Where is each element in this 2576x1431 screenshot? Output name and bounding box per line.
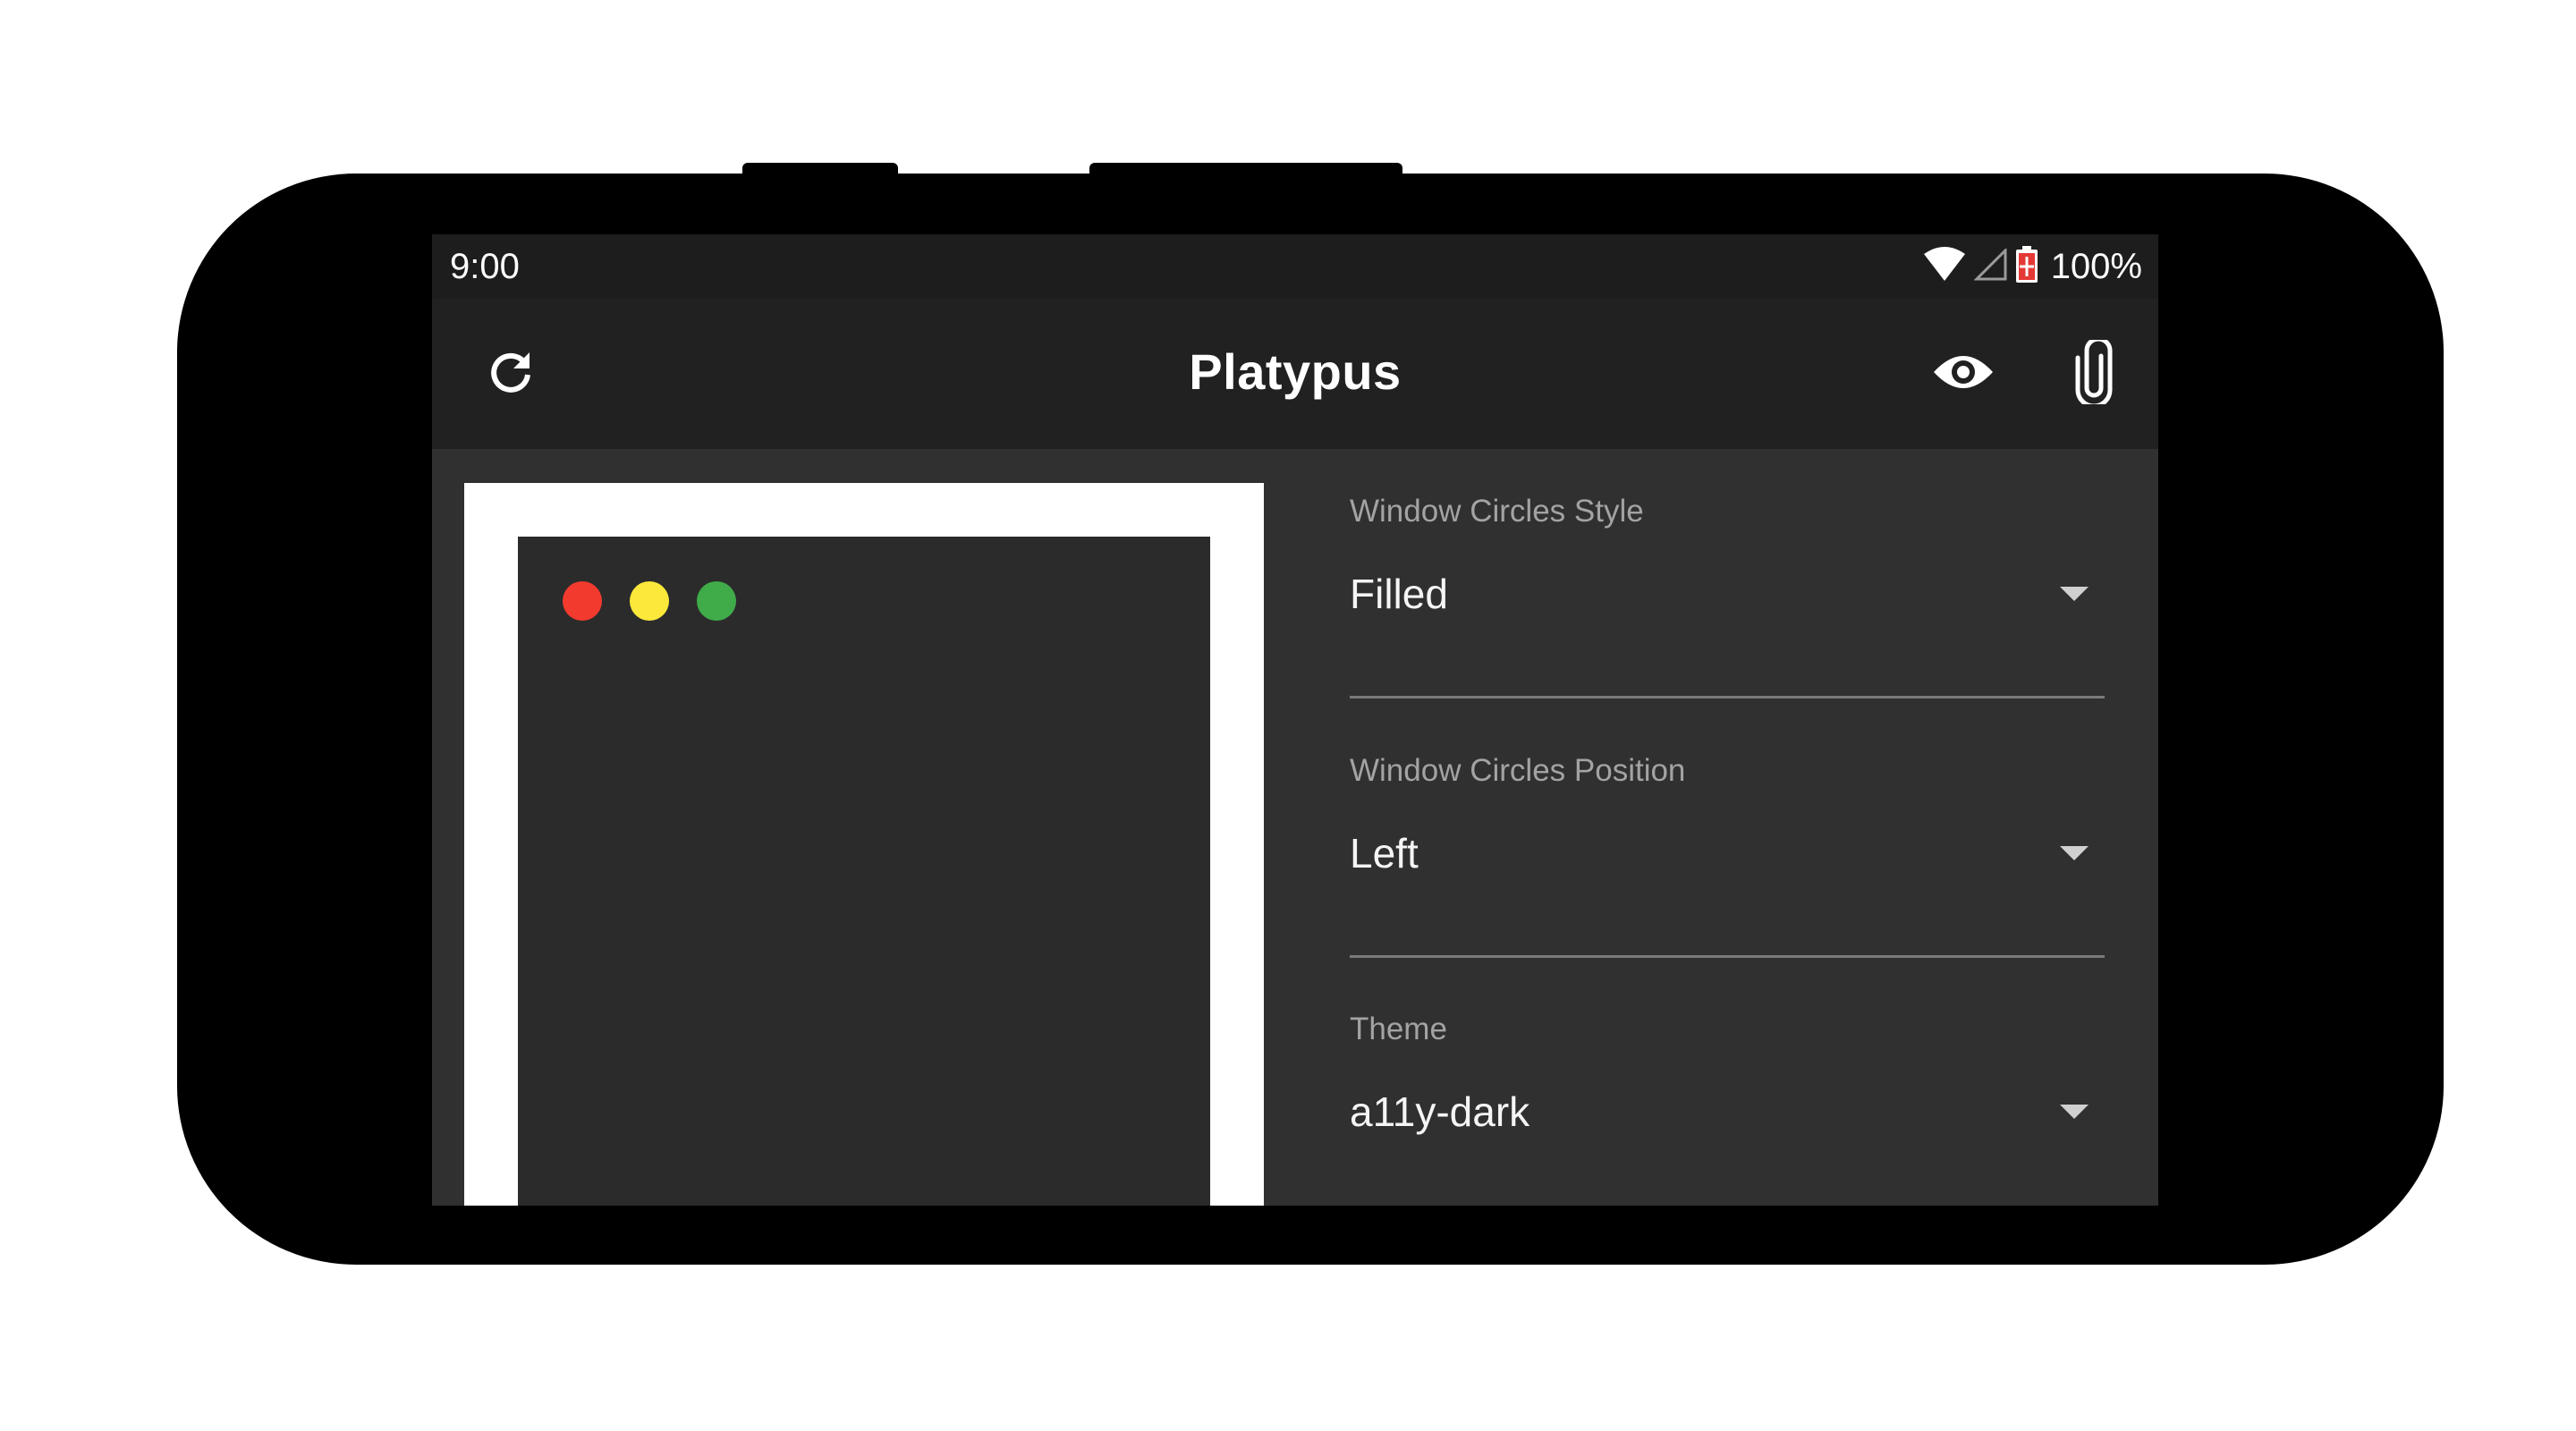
chevron-down-icon [2060,1105,2089,1119]
wifi-icon [1922,246,1967,287]
preview-button[interactable] [1928,338,1999,410]
paperclip-icon [2074,336,2114,409]
field-underline [1350,955,2105,958]
chevron-down-icon [2060,846,2089,860]
cellular-signal-icon [1973,246,2008,285]
field-value: Left [1350,830,1419,876]
window-circle-maximize [697,581,736,621]
window-circle-close [563,581,602,621]
chevron-down-icon [2060,587,2089,601]
app-title: Platypus [1189,343,1402,400]
field-value: a11y-dark [1350,1088,1530,1135]
code-preview-frame [464,483,1264,1206]
battery-percentage: 100% [2050,247,2142,286]
battery-charging-icon [2015,245,2038,288]
field-label: Window Circles Style [1350,494,1644,529]
status-time: 9:00 [450,247,520,286]
window-circle-minimize [630,581,669,621]
field-label: Window Circles Position [1350,753,1686,788]
code-window-preview [518,537,1210,1206]
app-bar: Platypus [432,299,2158,449]
status-indicators: 100% [1922,245,2142,288]
status-bar: 9:00 100% [432,234,2158,299]
stage: 9:00 100% Platypus Window Circles Style … [0,0,2576,1431]
field-underline [1350,696,2105,699]
device-screen: 9:00 100% Platypus Window Circles Style … [432,234,2158,1206]
field-label: Theme [1350,1012,1447,1046]
eye-icon [1932,351,1995,398]
field-value: Filled [1350,571,1448,617]
attach-button[interactable] [2058,336,2130,410]
